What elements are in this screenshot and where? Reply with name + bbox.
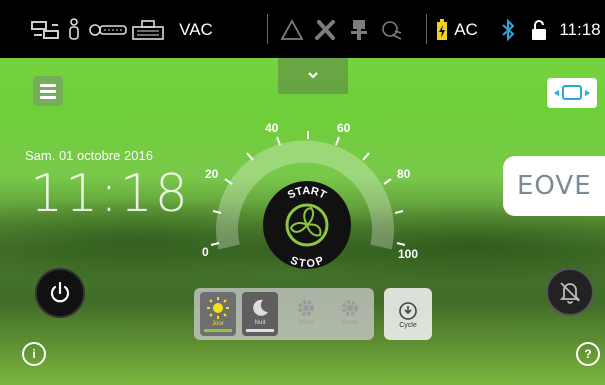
status-bar: VAC AC 11:18 <box>0 0 605 58</box>
start-label: START <box>286 185 328 202</box>
warning-triangle-icon[interactable] <box>278 18 306 42</box>
help-icon: ? <box>584 347 592 361</box>
hamburger-icon <box>40 83 56 87</box>
unlock-icon[interactable] <box>530 18 548 42</box>
menu-button[interactable] <box>33 76 63 106</box>
gauge-label-20: 20 <box>205 167 219 181</box>
screen-arrows-icon <box>554 85 590 100</box>
mode-day-button[interactable]: Jour <box>200 292 236 336</box>
status-clock: 11:18 <box>559 20 601 39</box>
patient-icon <box>66 18 82 42</box>
ventilator-screen: VAC AC 11:18 Sam. 01 octobre 2016 11:18 … <box>0 0 605 385</box>
humidifier-icon <box>130 18 166 42</box>
cycle-button[interactable]: Cycle <box>384 288 432 340</box>
start-stop-button[interactable]: START STOP <box>262 180 352 270</box>
preset-gear-icon <box>342 300 358 316</box>
bell-mute-icon <box>559 282 581 304</box>
alarm-silence-button[interactable] <box>546 268 594 316</box>
preset-gear-icon <box>298 300 314 316</box>
power-icon <box>50 281 70 303</box>
mode-selector: Jour Nuit Prese Prese <box>194 288 374 340</box>
date-label: Sam. 01 octobre 2016 <box>25 148 153 163</box>
oxygen-icon[interactable] <box>380 18 404 42</box>
svg-text:START: START <box>286 185 328 202</box>
battery-charging-icon <box>436 18 448 42</box>
mode-label: Jour <box>212 321 224 327</box>
divider <box>267 14 268 44</box>
gauge-label-40: 40 <box>265 121 279 135</box>
power-source-text: AC <box>454 20 478 39</box>
info-icon: i <box>32 347 36 361</box>
info-button[interactable]: i <box>22 342 46 366</box>
logo-text: EOVE <box>517 171 592 201</box>
divider <box>426 14 427 44</box>
cable-icon[interactable] <box>348 18 370 42</box>
pull-down-tab[interactable] <box>278 58 348 94</box>
stop-label: STOP <box>288 255 325 270</box>
moon-icon <box>253 299 268 316</box>
mode-label: Prese <box>342 320 358 326</box>
network-sync-icon <box>28 18 62 42</box>
power-button[interactable] <box>35 268 85 318</box>
bluetooth-icon <box>500 18 516 42</box>
cycle-label: Cycle <box>399 321 417 329</box>
svg-text:STOP: STOP <box>288 255 325 270</box>
circuit-icon <box>88 18 128 42</box>
gauge-label-80: 80 <box>397 167 411 181</box>
display-mode-button[interactable] <box>547 78 597 108</box>
big-clock: 11:18 <box>30 164 190 224</box>
help-button[interactable]: ? <box>576 342 600 366</box>
mode-text: VAC <box>179 20 213 39</box>
sun-icon <box>207 297 229 319</box>
mode-label: Prese <box>298 320 314 326</box>
gauge-label-0: 0 <box>202 245 209 259</box>
gauge-label-60: 60 <box>337 121 351 135</box>
mode-preset-2-button[interactable]: Prese <box>332 292 368 336</box>
cycle-icon <box>399 301 417 320</box>
chevron-down-icon <box>308 72 318 79</box>
mode-label: Nuit <box>254 320 266 326</box>
eove-logo: EOVE <box>503 156 605 216</box>
gauge-label-100: 100 <box>398 247 419 261</box>
tools-icon[interactable] <box>312 18 340 42</box>
mode-preset-1-button[interactable]: Prese <box>288 292 324 336</box>
mode-night-button[interactable]: Nuit <box>242 292 278 336</box>
